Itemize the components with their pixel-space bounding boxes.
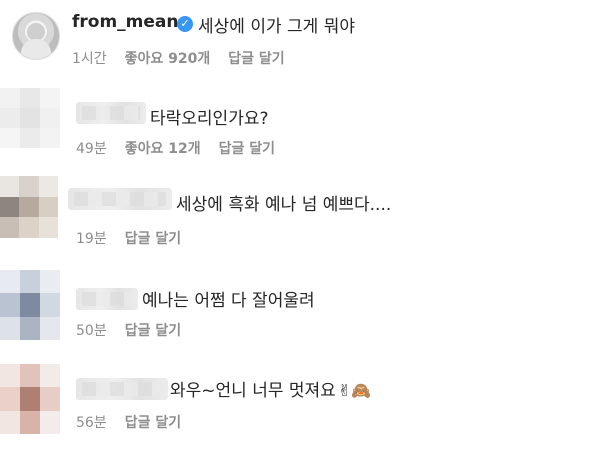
comment-text-body: 와우~언니 너무 멋져요 — [170, 381, 336, 401]
list-item: 예나는 어쩜 다 잘어울려 50분 답글 달기 — [0, 262, 600, 348]
reply-button[interactable]: 답글 달기 — [228, 48, 284, 68]
username-blurred[interactable] — [76, 288, 138, 310]
username[interactable]: from_mean — [72, 12, 179, 32]
avatar[interactable] — [0, 364, 60, 434]
reply-button[interactable]: 답글 달기 — [125, 320, 181, 340]
list-item: 타락오리인가요? 49분 좋아요 12개 답글 달기 — [0, 82, 600, 168]
comment-meta: 49분 좋아요 12개 답글 달기 — [76, 138, 275, 158]
username-blurred[interactable] — [76, 102, 146, 124]
comment-text: 예나는 어쩜 다 잘어울려 — [142, 291, 315, 311]
likes-count[interactable]: 좋아요 12개 — [125, 138, 201, 158]
comment-text: 와우~언니 너무 멋져요 ✌🙈 — [170, 376, 371, 401]
avatar[interactable] — [0, 270, 60, 340]
comment-meta: 56분 답글 달기 — [76, 412, 181, 432]
comment-text: 타락오리인가요? — [150, 109, 269, 129]
reply-button[interactable]: 답글 달기 — [125, 412, 181, 432]
username-blurred[interactable] — [76, 378, 168, 400]
avatar[interactable] — [0, 176, 58, 238]
avatar[interactable] — [12, 12, 60, 60]
timestamp: 56분 — [76, 415, 107, 431]
timestamp: 19분 — [76, 231, 107, 247]
likes-count[interactable]: 좋아요 920개 — [125, 48, 211, 68]
avatar[interactable] — [0, 88, 60, 148]
reply-button[interactable]: 답글 달기 — [219, 138, 275, 158]
main-comment: from_mean ✓ 세상에 이가 그게 뭐야 1시간 좋아요 920개 답글… — [0, 0, 600, 80]
comment-text: 세상에 이가 그게 뭐야 — [198, 17, 355, 37]
comment-meta: 1시간 좋아요 920개 답글 달기 — [72, 48, 285, 68]
username-blurred[interactable] — [68, 188, 172, 210]
timestamp: 1시간 — [72, 51, 107, 67]
timestamp: 50분 — [76, 323, 107, 339]
comment-meta: 19분 답글 달기 — [76, 228, 181, 248]
list-item: 세상에 흑화 예나 넘 예쁘다.... 19분 답글 달기 — [0, 170, 600, 256]
comment-text: 세상에 흑화 예나 넘 예쁘다.... — [176, 195, 392, 215]
list-item: 와우~언니 너무 멋져요 ✌🙈 56분 답글 달기 — [0, 352, 600, 452]
timestamp: 49분 — [76, 141, 107, 157]
verified-badge-icon: ✓ — [177, 16, 193, 32]
comment-meta: 50분 답글 달기 — [76, 320, 181, 340]
reply-button[interactable]: 답글 달기 — [125, 228, 181, 248]
emoji: ✌🙈 — [337, 381, 372, 400]
